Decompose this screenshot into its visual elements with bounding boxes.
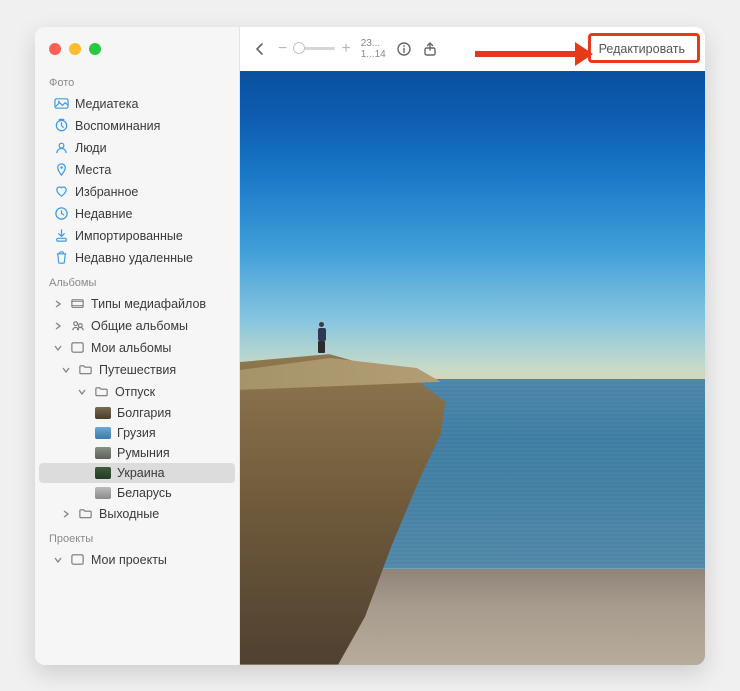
zoom-slider[interactable]: − + xyxy=(278,40,351,58)
sidebar-item-label: Мои альбомы xyxy=(91,341,227,355)
album-icon xyxy=(69,552,85,568)
main-content: − + 23... 1...14 Редактировать xyxy=(240,27,705,665)
sidebar-item-label: Общие альбомы xyxy=(91,319,227,333)
back-button[interactable] xyxy=(252,41,268,57)
section-header-photos: Фото xyxy=(35,69,239,93)
chevron-right-icon[interactable] xyxy=(53,321,63,331)
album-icon xyxy=(69,340,85,356)
sidebar-item-weekends[interactable]: Выходные xyxy=(39,503,235,525)
sidebar-item-label: Недавно удаленные xyxy=(75,251,227,265)
sidebar-item-people[interactable]: Люди xyxy=(39,137,235,159)
sidebar-item-label: Беларусь xyxy=(117,486,227,500)
chevron-down-icon[interactable] xyxy=(53,555,63,565)
heart-icon xyxy=(53,184,69,200)
sidebar-item-media-types[interactable]: Типы медиафайлов xyxy=(39,293,235,315)
zoom-in-label: + xyxy=(341,40,350,58)
slider-track[interactable] xyxy=(293,47,335,50)
chevron-down-icon[interactable] xyxy=(77,387,87,397)
sidebar-item-label: Мои проекты xyxy=(91,553,227,567)
sidebar-item-my-projects[interactable]: Мои проекты xyxy=(39,549,235,571)
sidebar-item-label: Люди xyxy=(75,141,227,155)
photo-counter: 23... 1...14 xyxy=(361,38,386,60)
chevron-down-icon[interactable] xyxy=(53,343,63,353)
sidebar-item-label: Избранное xyxy=(75,185,227,199)
sidebar-album-ukraine[interactable]: Украина xyxy=(39,463,235,483)
sidebar-album-bulgaria[interactable]: Болгария xyxy=(39,403,235,423)
chevron-down-icon[interactable] xyxy=(61,365,71,375)
zoom-out-label: − xyxy=(278,40,287,58)
sidebar-item-label: Места xyxy=(75,163,227,177)
counter-line-1: 23... xyxy=(361,38,386,49)
close-window-button[interactable] xyxy=(49,43,61,55)
toolbar: − + 23... 1...14 Редактировать xyxy=(240,27,705,71)
sidebar: Фото Медиатека Воспоминания Люди Места xyxy=(35,27,240,665)
section-header-albums: Альбомы xyxy=(35,269,239,293)
sidebar-item-shared-albums[interactable]: Общие альбомы xyxy=(39,315,235,337)
sidebar-item-label: Отпуск xyxy=(115,385,227,399)
sidebar-item-label: Путешествия xyxy=(99,363,227,377)
album-thumbnail xyxy=(95,447,111,459)
sidebar-item-vacation[interactable]: Отпуск xyxy=(39,381,235,403)
import-icon xyxy=(53,228,69,244)
sidebar-album-georgia[interactable]: Грузия xyxy=(39,423,235,443)
edit-button[interactable]: Редактировать xyxy=(591,38,693,60)
album-thumbnail xyxy=(95,427,111,439)
places-icon xyxy=(53,162,69,178)
sidebar-item-label: Выходные xyxy=(99,507,227,521)
folder-icon xyxy=(77,362,93,378)
album-thumbnail xyxy=(95,467,111,479)
album-thumbnail xyxy=(95,487,111,499)
folder-icon xyxy=(77,506,93,522)
trash-icon xyxy=(53,250,69,266)
share-button[interactable] xyxy=(422,41,438,57)
sidebar-item-favorites[interactable]: Избранное xyxy=(39,181,235,203)
sidebar-item-label: Украина xyxy=(117,466,227,480)
sidebar-item-label: Грузия xyxy=(117,426,227,440)
album-thumbnail xyxy=(95,407,111,419)
photo-content xyxy=(240,71,705,665)
filmstrip-icon xyxy=(69,296,85,312)
sidebar-item-label: Типы медиафайлов xyxy=(91,297,227,311)
chevron-right-icon[interactable] xyxy=(61,509,71,519)
folder-icon xyxy=(93,384,109,400)
counter-line-2: 1...14 xyxy=(361,49,386,60)
sidebar-item-label: Воспоминания xyxy=(75,119,227,133)
chevron-right-icon[interactable] xyxy=(53,299,63,309)
library-icon xyxy=(53,96,69,112)
app-window: Фото Медиатека Воспоминания Люди Места xyxy=(35,27,705,665)
maximize-window-button[interactable] xyxy=(89,43,101,55)
sidebar-album-romania[interactable]: Румыния xyxy=(39,443,235,463)
info-button[interactable] xyxy=(396,41,412,57)
sidebar-item-label: Недавние xyxy=(75,207,227,221)
window-controls xyxy=(35,35,239,69)
people-icon xyxy=(53,140,69,156)
memories-icon xyxy=(53,118,69,134)
minimize-window-button[interactable] xyxy=(69,43,81,55)
sidebar-item-label: Медиатека xyxy=(75,97,227,111)
slider-thumb[interactable] xyxy=(293,42,305,54)
clock-icon xyxy=(53,206,69,222)
sidebar-item-travel[interactable]: Путешествия xyxy=(39,359,235,381)
sidebar-item-library[interactable]: Медиатека xyxy=(39,93,235,115)
section-header-projects: Проекты xyxy=(35,525,239,549)
sidebar-item-memories[interactable]: Воспоминания xyxy=(39,115,235,137)
sidebar-album-belarus[interactable]: Беларусь xyxy=(39,483,235,503)
sidebar-item-imports[interactable]: Импортированные xyxy=(39,225,235,247)
sidebar-item-recents[interactable]: Недавние xyxy=(39,203,235,225)
sidebar-item-recently-deleted[interactable]: Недавно удаленные xyxy=(39,247,235,269)
sidebar-item-label: Импортированные xyxy=(75,229,227,243)
sidebar-item-label: Румыния xyxy=(117,446,227,460)
photo-viewer[interactable] xyxy=(240,71,705,665)
shared-icon xyxy=(69,318,85,334)
sidebar-item-places[interactable]: Места xyxy=(39,159,235,181)
sidebar-item-my-albums[interactable]: Мои альбомы xyxy=(39,337,235,359)
sidebar-item-label: Болгария xyxy=(117,406,227,420)
